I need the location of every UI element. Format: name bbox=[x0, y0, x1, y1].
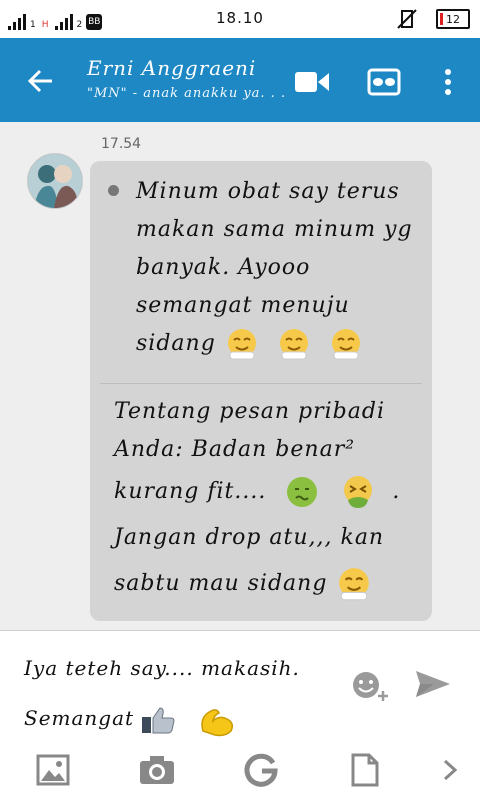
message2-line1: Tentang pesan pribadi Anda: Badan benar² bbox=[114, 399, 385, 462]
send-icon bbox=[416, 671, 450, 697]
input-line2: Semangat bbox=[24, 706, 135, 730]
message-text-2: Tentang pesan pribadi Anda: Badan benar²… bbox=[114, 393, 419, 607]
sick-emoji-icon bbox=[287, 477, 318, 507]
message1-text: Minum obat say terus makan sama minum yg… bbox=[136, 179, 413, 356]
send-button[interactable] bbox=[414, 669, 456, 703]
camera-button[interactable] bbox=[137, 750, 177, 790]
message2-line4: sabtu mau sidang bbox=[114, 571, 328, 596]
more-options-button[interactable] bbox=[428, 62, 468, 102]
attachment-toolbar bbox=[0, 740, 480, 800]
image-icon bbox=[36, 754, 70, 786]
hug-emoji-icon bbox=[227, 329, 256, 360]
message2-period: . bbox=[392, 479, 401, 504]
emoji-add-icon bbox=[353, 672, 388, 701]
hug-emoji-icon bbox=[339, 568, 370, 601]
video-call-button[interactable] bbox=[292, 62, 332, 102]
battery-level: 12 bbox=[446, 12, 460, 26]
app-bar: Erni Anggraeni "MN" - anak anakku ya. . … bbox=[0, 38, 480, 122]
input-line2-row: Semangat bbox=[24, 693, 354, 743]
more-attachments-button[interactable] bbox=[430, 750, 470, 790]
emoji-button[interactable] bbox=[350, 669, 392, 703]
battery-icon: 12 bbox=[436, 9, 470, 29]
compose-area: Iya teteh say.... makasih. Semangat bbox=[0, 630, 480, 741]
received-message-bubble[interactable]: Minum obat say terus makan sama minum yg… bbox=[90, 161, 432, 621]
hug-emoji-icon bbox=[279, 329, 308, 360]
back-arrow-icon[interactable] bbox=[24, 64, 58, 98]
status-right: 12 bbox=[396, 8, 470, 30]
gallery-button[interactable] bbox=[33, 750, 73, 790]
message2-line3: Jangan drop atu,,, kan bbox=[114, 525, 385, 550]
chat-area[interactable]: 17.54 Minum obat say terus makan sama mi… bbox=[0, 122, 480, 630]
thumbs-up-emoji-icon bbox=[142, 706, 175, 733]
more-vert-icon bbox=[445, 69, 451, 95]
quote-divider bbox=[100, 383, 422, 384]
contact-avatar[interactable] bbox=[27, 153, 83, 209]
flexed-biceps-emoji-icon bbox=[201, 708, 233, 736]
bullet-icon bbox=[108, 185, 119, 196]
contact-name: Erni Anggraeni bbox=[87, 56, 257, 80]
chevron-right-icon bbox=[443, 759, 458, 781]
hug-emoji-icon bbox=[331, 329, 360, 360]
message2-line4-row: sabtu mau sidang bbox=[114, 561, 419, 607]
contact-status: "MN" - anak anakku ya. . . bbox=[87, 86, 287, 101]
vibrate-off-icon bbox=[397, 9, 417, 29]
mask-icon bbox=[367, 68, 401, 96]
input-line1: Iya teteh say.... makasih. bbox=[24, 656, 300, 680]
conversation-header[interactable]: Erni Anggraeni "MN" - anak anakku ya. . … bbox=[87, 56, 286, 101]
message-input[interactable]: Iya teteh say.... makasih. Semangat bbox=[24, 643, 354, 743]
message-timestamp: 17.54 bbox=[101, 136, 142, 152]
message-text-1: Minum obat say terus makan sama minum yg… bbox=[136, 173, 421, 363]
video-call-icon bbox=[295, 72, 329, 92]
file-button[interactable] bbox=[345, 750, 385, 790]
google-button[interactable] bbox=[241, 750, 281, 790]
status-bar: 1 H 2 BB 18.10 12 bbox=[0, 0, 480, 38]
nauseated-emoji-icon bbox=[344, 476, 373, 508]
google-icon bbox=[244, 753, 278, 787]
file-icon bbox=[351, 753, 379, 787]
mask-button[interactable] bbox=[364, 62, 404, 102]
avatar-photo-icon bbox=[28, 154, 82, 208]
message2-line2: kurang fit.... bbox=[114, 479, 267, 504]
camera-icon bbox=[140, 756, 174, 784]
message2-line2-row: kurang fit.... . bbox=[114, 469, 419, 515]
